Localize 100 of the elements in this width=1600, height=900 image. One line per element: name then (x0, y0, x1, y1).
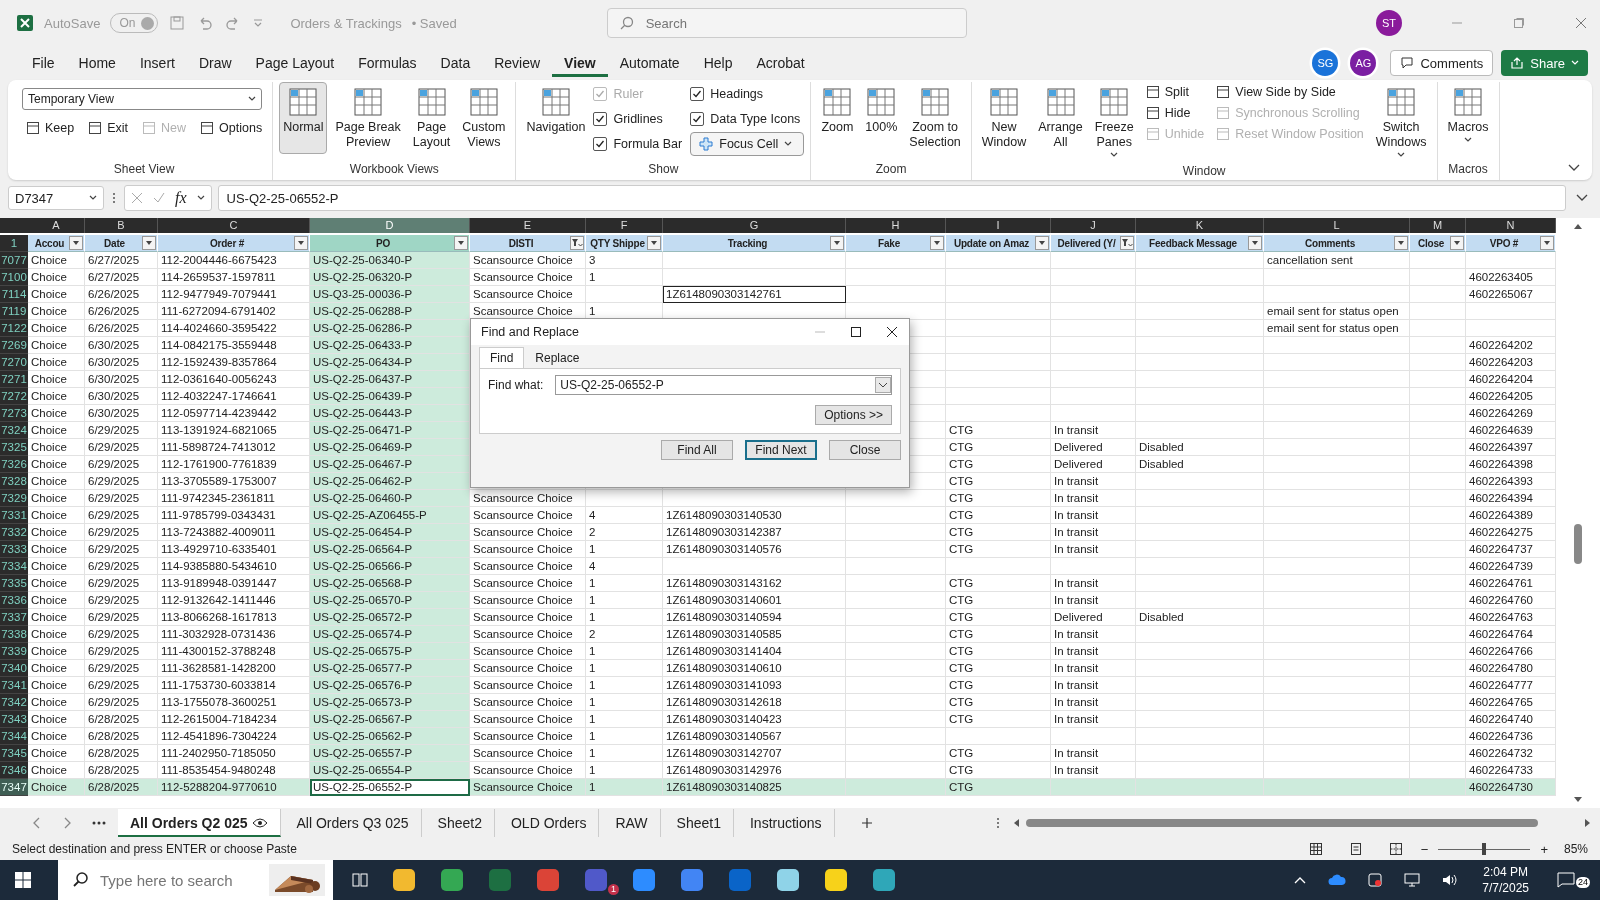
table-cell[interactable]: 112-0597714-4239442 (158, 405, 310, 422)
table-cell[interactable]: 6/30/2025 (85, 371, 158, 388)
table-cell[interactable]: CTG (946, 779, 1051, 796)
table-cell[interactable]: Choice (28, 422, 85, 439)
empty-cell[interactable] (1136, 558, 1264, 575)
checkbox[interactable] (593, 137, 608, 151)
page-view-icon[interactable] (1348, 842, 1363, 856)
empty-cell[interactable] (1051, 303, 1136, 320)
empty-cell[interactable] (1136, 303, 1264, 320)
empty-cell[interactable] (1136, 286, 1264, 303)
close-icon[interactable] (885, 325, 899, 339)
empty-cell[interactable] (1410, 269, 1466, 286)
table-cell[interactable]: US-Q2-25-06568-P (310, 575, 470, 592)
empty-cell[interactable] (663, 558, 846, 575)
ribbon-button[interactable]: Custom Views (458, 82, 510, 154)
app-icon[interactable] (441, 869, 463, 891)
menu-tab[interactable]: Insert (127, 49, 187, 77)
table-cell[interactable]: 4 (586, 558, 663, 575)
table-cell[interactable]: US-Q2-25-06552-P (310, 779, 470, 796)
table-cell[interactable]: 112-4541896-7304224 (158, 728, 310, 745)
table-cell[interactable]: 1Z6148090303140576 (663, 541, 846, 558)
table-cell[interactable]: In transit (1051, 473, 1136, 490)
empty-cell[interactable] (1051, 388, 1136, 405)
empty-cell[interactable] (1051, 354, 1136, 371)
table-cell[interactable]: Choice (28, 677, 85, 694)
table-cell[interactable]: 1 (586, 269, 663, 286)
empty-cell[interactable] (1136, 405, 1264, 422)
save-icon[interactable] (169, 15, 186, 31)
table-cell[interactable]: US-Q2-25-06462-P (310, 473, 470, 490)
table-cell[interactable]: 6/29/2025 (85, 524, 158, 541)
empty-cell[interactable] (946, 371, 1051, 388)
empty-cell[interactable] (1051, 252, 1136, 269)
empty-cell[interactable] (1136, 337, 1264, 354)
table-cell[interactable]: 1 (586, 575, 663, 592)
empty-cell[interactable] (846, 728, 946, 745)
cloud-icon[interactable] (1328, 874, 1347, 886)
table-cell[interactable]: 6/27/2025 (85, 269, 158, 286)
empty-cell[interactable] (846, 626, 946, 643)
filter-button[interactable] (454, 236, 468, 250)
table-cell[interactable]: US-Q2-25-06469-P (310, 439, 470, 456)
table-cell[interactable]: 112-4032247-1746641 (158, 388, 310, 405)
table-cell[interactable]: In transit (1051, 592, 1136, 609)
ribbon-button[interactable]: View Side by Side (1212, 82, 1368, 102)
table-cell[interactable]: Scansource Choice (470, 541, 586, 558)
table-cell[interactable]: 6/26/2025 (85, 286, 158, 303)
collaborator-avatar[interactable]: AG (1350, 50, 1377, 76)
empty-cell[interactable] (663, 269, 846, 286)
empty-cell[interactable] (1136, 524, 1264, 541)
empty-cell[interactable] (1264, 694, 1410, 711)
table-cell[interactable]: Choice (28, 575, 85, 592)
menu-tab[interactable]: Acrobat (744, 49, 817, 77)
empty-cell[interactable] (1264, 592, 1410, 609)
chevron-left-icon[interactable] (32, 817, 42, 829)
checkbox[interactable] (593, 112, 608, 126)
empty-cell[interactable] (1264, 439, 1410, 456)
table-cell[interactable]: 114-2659537-1597811 (158, 269, 310, 286)
table-cell[interactable]: 112-9477949-7079441 (158, 286, 310, 303)
empty-cell[interactable] (663, 252, 846, 269)
table-cell[interactable]: Choice (28, 354, 85, 371)
table-cell[interactable]: 1 (586, 728, 663, 745)
empty-cell[interactable] (1264, 728, 1410, 745)
column-header[interactable]: B (85, 218, 158, 233)
table-cell[interactable]: 6/30/2025 (85, 354, 158, 371)
ribbon-button[interactable]: Navigation (522, 82, 590, 154)
table-cell[interactable]: 111-6272094-6791402 (158, 303, 310, 320)
table-cell[interactable]: In transit (1051, 745, 1136, 762)
table-cell[interactable]: 112-5288204-9770610 (158, 779, 310, 796)
empty-cell[interactable] (1264, 660, 1410, 677)
empty-cell[interactable] (946, 354, 1051, 371)
table-cell[interactable]: In transit (1051, 643, 1136, 660)
empty-cell[interactable] (946, 269, 1051, 286)
empty-cell[interactable] (846, 507, 946, 524)
empty-cell[interactable] (1410, 354, 1466, 371)
windows-logo-icon[interactable] (14, 871, 32, 889)
column-header[interactable]: H (846, 218, 946, 233)
empty-cell[interactable] (1051, 320, 1136, 337)
ribbon-button[interactable]: Options (196, 118, 267, 138)
ribbon-button[interactable]: Hide (1141, 103, 1209, 123)
table-cell[interactable]: Choice (28, 371, 85, 388)
table-cell[interactable]: CTG (946, 473, 1051, 490)
table-cell[interactable]: 113-8066268-1617813 (158, 609, 310, 626)
ribbon-button[interactable]: Normal (279, 82, 328, 154)
empty-cell[interactable] (1410, 422, 1466, 439)
table-cell[interactable]: US-Q2-25-06460-P (310, 490, 470, 507)
speaker-icon[interactable] (1442, 873, 1459, 887)
search-field[interactable]: Search (606, 8, 967, 38)
menu-tab[interactable]: Page Layout (243, 49, 347, 77)
ribbon-button[interactable]: Exit (84, 118, 133, 138)
sheet-tab[interactable]: RAW (603, 809, 661, 837)
table-cell[interactable]: CTG (946, 507, 1051, 524)
app-icon[interactable] (777, 869, 799, 891)
table-cell[interactable]: 6/28/2025 (85, 711, 158, 728)
empty-cell[interactable] (846, 643, 946, 660)
table-cell[interactable]: 1Z6148090303143162 (663, 575, 846, 592)
sheet-tab[interactable]: Sheet2 (425, 809, 495, 837)
filter-button[interactable] (830, 236, 844, 250)
filter-button[interactable] (570, 236, 584, 250)
table-cell[interactable]: 1Z6148090303140567 (663, 728, 846, 745)
empty-cell[interactable] (1264, 643, 1410, 660)
dialog-button[interactable]: Close (829, 440, 901, 460)
